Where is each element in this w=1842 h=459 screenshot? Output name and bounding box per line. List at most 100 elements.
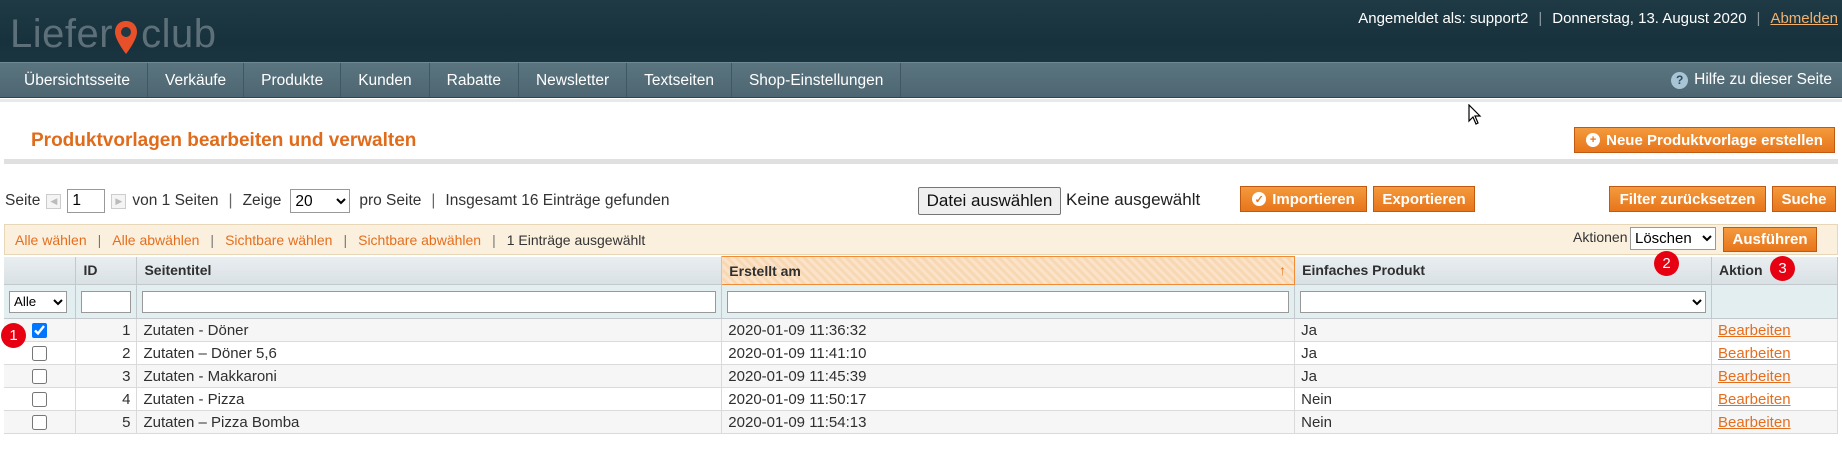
edit-link[interactable]: Bearbeiten [1718,368,1791,385]
logout-link[interactable]: Abmelden [1770,10,1838,27]
row-title: Zutaten – Döner 5,6 [136,341,723,365]
row-created: 2020-01-09 11:41:10 [721,341,1296,365]
pager: Seite ◀ ▶ von 1 Seiten | Zeige 20 pro Se… [5,188,669,214]
unselect-visible-link[interactable]: Sichtbare abwählen [358,232,481,248]
main-nav: Übersichtsseite Verkäufe Produkte Kunden… [0,62,1842,98]
separator: | [1756,10,1761,27]
separator: | [228,192,233,209]
row-select-cell [4,410,77,434]
pager-seite-label: Seite [5,192,41,209]
col-header-title[interactable]: Seitentitel [136,256,723,285]
edit-link[interactable]: Bearbeiten [1718,414,1791,431]
row-id: 4 [75,387,138,411]
row-checkbox[interactable] [32,392,48,408]
nav-item-overview[interactable]: Übersichtsseite [0,63,148,97]
row-checkbox[interactable] [32,369,48,385]
nav-item-newsletter[interactable]: Newsletter [519,63,628,97]
row-action-cell: Bearbeiten [1711,387,1839,411]
nav-item-sales[interactable]: Verkäufe [148,63,245,97]
separator: | [97,231,102,248]
sort-asc-icon: ↑ [1279,262,1287,278]
row-created: 2020-01-09 11:45:39 [721,364,1296,388]
nav-item-products[interactable]: Produkte [244,63,342,97]
new-template-button[interactable]: + Neue Produktvorlage erstellen [1574,127,1835,153]
filter-cell: Alle [4,284,77,319]
filter-cell [1294,284,1712,319]
annotation-badge-2: 2 [1654,251,1679,276]
logo-text-right: club [141,12,217,56]
logo[interactable]: Liefer club [10,6,216,56]
col-header-checkbox [4,256,77,285]
separator: | [1538,10,1543,27]
pager-pro-seite: pro Seite [359,192,422,209]
import-label: Importieren [1272,190,1355,208]
select-all-link[interactable]: Alle wählen [15,232,87,248]
choose-file-button[interactable]: Datei auswählen [918,187,1061,215]
select-visible-link[interactable]: Sichtbare wählen [225,232,332,248]
logo-text-left: Liefer [10,12,114,56]
row-action-cell: Bearbeiten [1711,364,1839,388]
filter-title-input[interactable] [142,290,717,313]
plus-circle-icon: + [1586,133,1601,147]
filter-id-input[interactable] [81,290,132,313]
help-label: Hilfe zu dieser Seite [1694,71,1832,88]
table-row: 4 Zutaten - Pizza 2020-01-09 11:50:17 Ne… [4,387,1839,411]
page-title: Produktvorlagen bearbeiten und verwalten [31,130,417,151]
help-icon: ? [1671,71,1689,89]
nav-item-textpages[interactable]: Textseiten [627,63,732,97]
row-title: Zutaten – Pizza Bomba [136,410,723,434]
new-template-label: Neue Produktvorlage erstellen [1606,131,1823,149]
row-checkbox[interactable] [32,323,48,339]
filter-created-input[interactable] [727,290,1290,313]
row-id: 5 [75,410,138,434]
edit-link[interactable]: Bearbeiten [1718,345,1791,362]
actions-select[interactable]: Löschen [1630,227,1716,250]
total-records: Insgesamt 16 Einträge gefunden [445,192,670,209]
row-title: Zutaten - Pizza [136,387,723,411]
filter-simple-select[interactable] [1300,290,1706,313]
selected-count: 1 Einträge ausgewählt [506,231,646,248]
pager-of-pages: von 1 Seiten [132,192,219,209]
next-page-icon[interactable]: ▶ [111,193,127,209]
title-divider [4,159,1838,164]
row-checkbox[interactable] [32,415,48,431]
no-file-text: Keine ausgewählt [1066,190,1201,209]
row-select-cell [4,364,77,388]
edit-link[interactable]: Bearbeiten [1718,322,1791,339]
row-simple: Ja [1294,364,1712,388]
nav-item-discounts[interactable]: Rabatte [430,63,519,97]
row-checkbox[interactable] [32,346,48,362]
templates-grid: ID Seitentitel Erstellt am ↑ Einfaches P… [4,256,1839,434]
per-page-select[interactable]: 20 [290,189,351,213]
edit-link[interactable]: Bearbeiten [1718,391,1791,408]
reset-filter-button[interactable]: Filter zurücksetzen [1609,186,1766,212]
page-number-input[interactable] [67,189,106,213]
col-header-simple[interactable]: Einfaches Produkt [1294,256,1712,285]
import-button[interactable]: ✓ Importieren [1240,186,1367,212]
export-button[interactable]: Exportieren [1373,186,1475,212]
row-title: Zutaten - Döner [136,318,723,342]
help-link[interactable]: ? Hilfe zu dieser Seite [1671,62,1832,98]
col-header-id[interactable]: ID [75,256,138,285]
prev-page-icon[interactable]: ◀ [46,193,62,209]
row-action-cell: Bearbeiten [1711,410,1839,434]
user-info: Angemeldet als: support2 | Donnerstag, 1… [1358,10,1838,27]
filter-cell [1711,284,1839,319]
row-title: Zutaten - Makkaroni [136,364,723,388]
unselect-all-link[interactable]: Alle abwählen [112,232,199,248]
row-select-cell [4,387,77,411]
filter-row: Alle [4,284,1839,319]
nav-item-shop-settings[interactable]: Shop-Einstellungen [732,63,902,97]
search-button[interactable]: Suche [1772,186,1836,212]
row-created: 2020-01-09 11:54:13 [721,410,1296,434]
table-row: 3 Zutaten - Makkaroni 2020-01-09 11:45:3… [4,364,1839,388]
filter-checkbox-select[interactable]: Alle [9,290,67,313]
filter-cell [75,284,138,319]
execute-button[interactable]: Ausführen [1723,227,1817,252]
mouse-cursor-icon [1468,103,1482,130]
col-header-created[interactable]: Erstellt am ↑ [721,256,1296,285]
row-created: 2020-01-09 11:50:17 [721,387,1296,411]
row-simple: Nein [1294,387,1712,411]
nav-item-customers[interactable]: Kunden [341,63,430,97]
current-date: Donnerstag, 13. August 2020 [1552,10,1747,27]
